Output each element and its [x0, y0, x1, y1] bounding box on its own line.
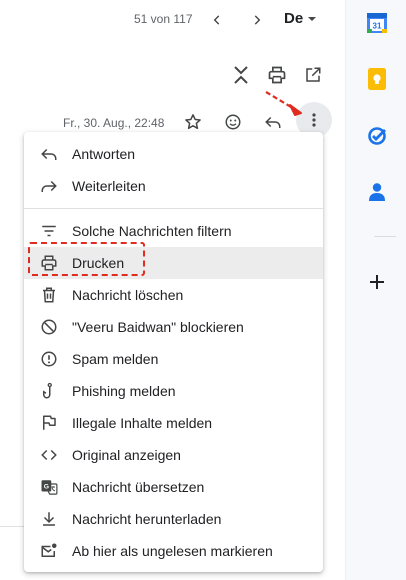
language-label: De [284, 10, 304, 27]
calendar-icon: 31 [367, 13, 387, 33]
pager-count: 51 von 117 [134, 12, 193, 26]
next-button[interactable] [243, 6, 271, 34]
highlight-annotation [28, 242, 145, 276]
chevron-right-icon [254, 15, 261, 25]
menu-item-translate[interactable]: G Nachricht übersetzen [24, 471, 323, 503]
code-icon [38, 444, 60, 466]
menu-item-label: Nachricht herunterladen [72, 511, 222, 527]
reply-icon [38, 143, 60, 165]
menu-item-label: Illegale Inhalte melden [72, 415, 213, 431]
star-icon [185, 114, 201, 130]
menu-item-label: Spam melden [72, 351, 159, 367]
menu-item-forward[interactable]: Weiterleiten [24, 170, 323, 202]
tasks-icon [368, 127, 386, 145]
report-icon [38, 348, 60, 370]
filter-icon [38, 220, 60, 242]
rail-divider [374, 236, 396, 237]
collapse-icon [234, 66, 248, 84]
menu-item-label: Solche Nachrichten filtern [72, 223, 232, 239]
menu-item-report-spam[interactable]: Spam melden [24, 343, 323, 375]
menu-item-delete[interactable]: Nachricht löschen [24, 279, 323, 311]
divider [0, 526, 24, 527]
message-date: Fr., 30. Aug., 22:48 [63, 116, 165, 130]
language-selector[interactable]: De [284, 10, 317, 27]
menu-item-label: Phishing melden [72, 383, 176, 399]
contacts-icon [369, 183, 385, 201]
menu-item-label: Nachricht übersetzen [72, 479, 205, 495]
svg-text:G: G [44, 484, 49, 491]
menu-item-label: Nachricht löschen [72, 287, 184, 303]
calendar-day: 31 [373, 22, 382, 31]
side-panel-rail: 31 [345, 0, 406, 580]
prev-button[interactable] [203, 6, 231, 34]
plus-icon [370, 275, 384, 289]
annotation-arrow [265, 91, 302, 116]
message-options-menu: Antworten Weiterleiten Solche Nachrichte… [24, 132, 323, 572]
keep-icon [368, 68, 386, 90]
menu-item-label: Original anzeigen [72, 447, 181, 463]
print-icon [268, 66, 286, 84]
menu-item-reply[interactable]: Antworten [24, 138, 323, 170]
more-vert-icon [312, 113, 316, 127]
calendar-app-button[interactable]: 31 [363, 9, 391, 37]
get-addons-button[interactable] [363, 268, 391, 296]
menu-item-show-original[interactable]: Original anzeigen [24, 439, 323, 471]
keep-app-button[interactable] [363, 65, 391, 93]
download-icon [38, 508, 60, 530]
dropdown-arrow-icon [308, 16, 317, 21]
menu-item-report-illegal[interactable]: Illegale Inhalte melden [24, 407, 323, 439]
smiley-icon [225, 114, 241, 130]
menu-divider [24, 208, 323, 209]
menu-item-block-sender[interactable]: "Veeru Baidwan" blockieren [24, 311, 323, 343]
flag-icon [38, 412, 60, 434]
block-icon [38, 316, 60, 338]
contacts-app-button[interactable] [363, 178, 391, 206]
collapse-all-button[interactable] [226, 60, 256, 90]
toolbar: 51 von 117 De [0, 0, 345, 44]
menu-item-label: Ab hier als ungelesen markieren [72, 543, 273, 559]
translate-icon: G [38, 476, 60, 498]
menu-item-mark-unread[interactable]: Ab hier als ungelesen markieren [24, 535, 323, 567]
menu-item-download[interactable]: Nachricht herunterladen [24, 503, 323, 535]
menu-item-report-phishing[interactable]: Phishing melden [24, 375, 323, 407]
forward-icon [38, 175, 60, 197]
fishhook-icon [38, 380, 60, 402]
menu-item-label: Weiterleiten [72, 178, 146, 194]
mark-unread-icon [38, 540, 60, 562]
tasks-app-button[interactable] [363, 122, 391, 150]
chevron-left-icon [213, 15, 220, 25]
open-in-new-icon [306, 67, 321, 82]
menu-item-label: Antworten [72, 146, 136, 162]
menu-item-label: "Veeru Baidwan" blockieren [72, 319, 244, 335]
trash-icon [38, 284, 60, 306]
